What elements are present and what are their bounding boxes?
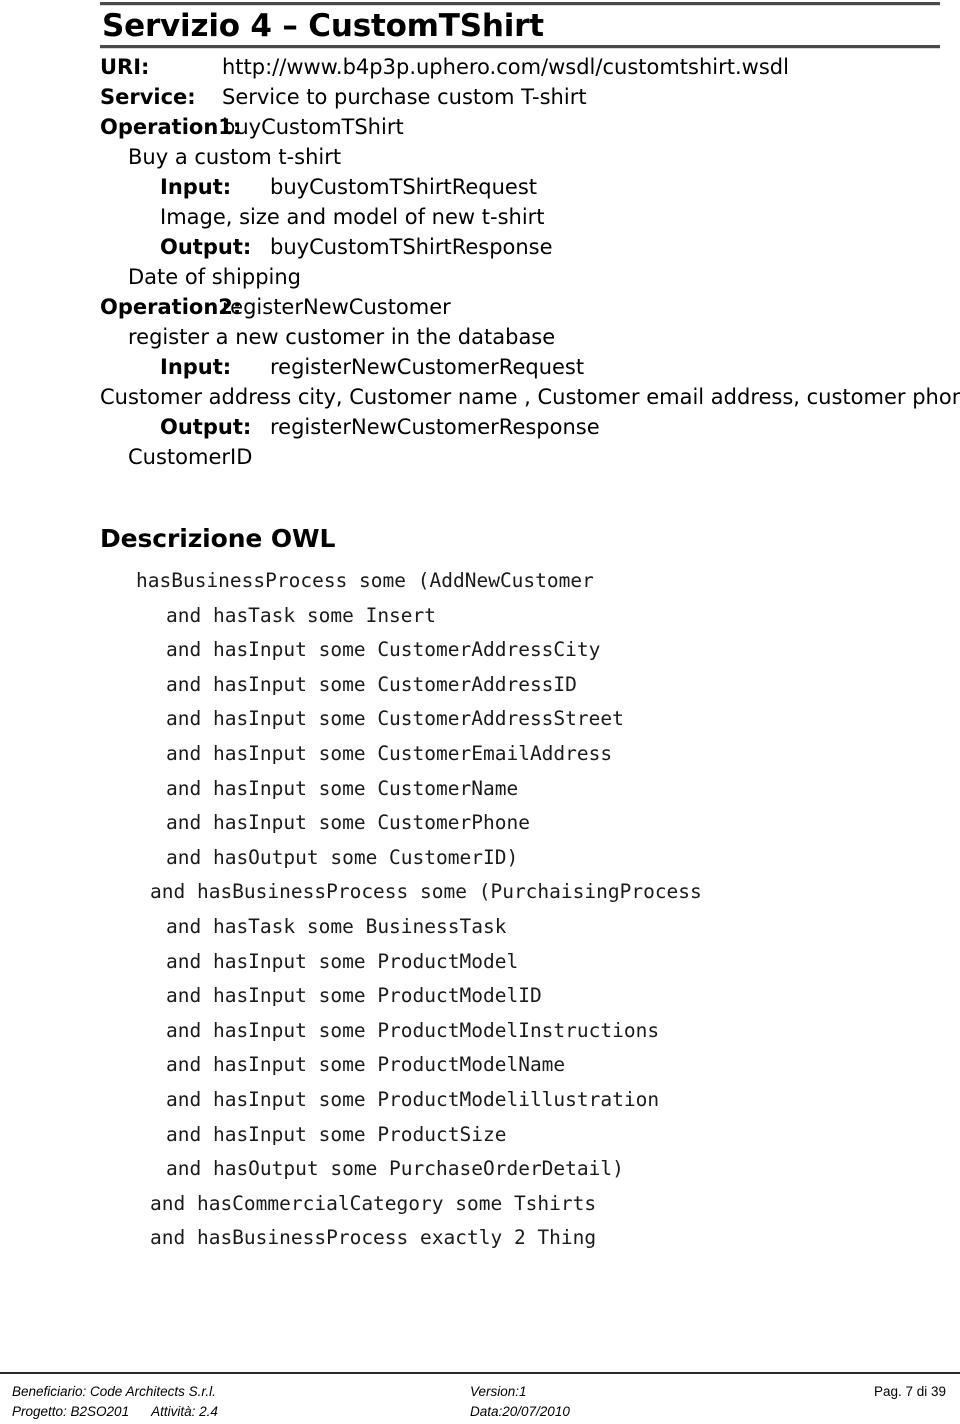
operation1-output-description: Date of shipping [128, 265, 302, 289]
operation2-input-description-text: Customer address city, Customer name , C… [100, 385, 960, 409]
uri-row: URI: http://www.b4p3p.uphero.com/wsdl/cus… [100, 52, 950, 82]
owl-line: and hasInput some CustomerEmailAddress [166, 741, 613, 765]
owl-line: and hasBusinessProcess exactly 2 Thing [150, 1226, 597, 1250]
owl-line: and hasInput some ProductModelillustrati… [166, 1087, 660, 1111]
operation2-input-description: Customer address city, Customer name , C… [40, 382, 960, 412]
footer-progetto-row: Progetto: B2SO201 Attività: 2.4 [12, 1402, 218, 1422]
operation1-input-value: buyCustomTShirtRequest [270, 175, 537, 199]
owl-line: and hasOutput some CustomerID) [166, 845, 519, 869]
operation1-output-label: Output: [160, 235, 252, 259]
page-title: Servizio 4 – CustomTShirt [102, 8, 544, 44]
footer-data: Data:20/07/2010 [470, 1404, 570, 1419]
operation2-description: register a new customer in the database [128, 325, 556, 349]
operation1-row: Operation1:buyCustomTShirt [100, 112, 950, 142]
uri-value: http://www.b4p3p.uphero.com/wsdl/customt… [222, 55, 789, 79]
owl-line: and hasInput some CustomerName [166, 776, 519, 800]
owl-description-block: hasBusinessProcess some (AddNewCustomer a… [100, 564, 950, 1256]
uri-label: URI: [100, 55, 150, 79]
footer-center-column: Version:1 Data:20/07/2010 [470, 1382, 570, 1422]
operation2-input-value: registerNewCustomerRequest [270, 355, 585, 379]
owl-line: and hasInput some CustomerPhone [166, 811, 530, 835]
owl-line: and hasInput some ProductSize [166, 1122, 507, 1146]
footer-attivita: Attività: 2.4 [151, 1404, 218, 1419]
footer-left-column: Beneficiario: Code Architects S.r.l. Pro… [12, 1382, 218, 1422]
operation1-input-label: Input: [160, 175, 232, 199]
footer-beneficiario: Beneficiario: Code Architects S.r.l. [12, 1384, 216, 1399]
service-value: Service to purchase custom T-shirt [222, 85, 587, 109]
owl-line: and hasInput some ProductModelInstructio… [166, 1018, 660, 1042]
operation1-description: Buy a custom t-shirt [128, 145, 342, 169]
operation2-input-label: Input: [160, 355, 232, 379]
footer-divider [0, 1372, 960, 1374]
operation1-output-value: buyCustomTShirtResponse [270, 235, 553, 259]
operation2-input-row: Input: registerNewCustomerRequest [100, 352, 950, 382]
service-row: Service: Service to purchase custom T-shi… [100, 82, 950, 112]
footer-right-column: Pag. 7 di 39 [874, 1382, 946, 1402]
title-rule-bottom [100, 45, 940, 49]
operation1-value: buyCustomTShirt [222, 115, 404, 139]
operation2-output-description: CustomerID [128, 445, 253, 469]
owl-line: and hasInput some ProductModelID [166, 984, 542, 1008]
owl-line: hasBusinessProcess some (AddNewCustomer [136, 569, 594, 592]
owl-line: and hasInput some CustomerAddressStreet [166, 707, 624, 731]
operation1-label: Operation1: [100, 115, 242, 139]
operation1-input-row: Input: buyCustomTShirtRequest [100, 172, 950, 202]
owl-line: and hasInput some CustomerAddressCity [166, 638, 601, 662]
owl-line: and hasTask some Insert [166, 603, 437, 627]
owl-line: and hasInput some ProductModel [166, 949, 519, 973]
operation2-row: Operation2:registerNewCustomer [100, 292, 950, 322]
service-label: Service: [100, 85, 196, 109]
owl-line: and hasInput some ProductModelName [166, 1053, 566, 1077]
owl-section-heading: Descrizione OWL [100, 524, 336, 553]
owl-line: and hasOutput some PurchaseOrderDetail) [166, 1157, 624, 1181]
footer-progetto: Progetto: B2SO201 [12, 1404, 130, 1419]
page-footer: Beneficiario: Code Architects S.r.l. Pro… [0, 1382, 960, 1424]
owl-line: and hasBusinessProcess some (Purchaising… [150, 880, 702, 904]
title-block: Servizio 4 – CustomTShirt [100, 2, 940, 49]
operation1-output-row: Output: buyCustomTShirtResponse [100, 232, 950, 262]
owl-line: and hasTask some BusinessTask [166, 914, 507, 938]
operation2-output-row: Output: registerNewCustomerResponse [100, 412, 950, 442]
document-page: Servizio 4 – CustomTShirt URI: http://www… [0, 0, 960, 1424]
owl-line: and hasCommercialCategory some Tshirts [150, 1191, 597, 1215]
operation2-value: registerNewCustomer [222, 295, 451, 319]
service-spec-block: URI: http://www.b4p3p.uphero.com/wsdl/cus… [100, 52, 960, 472]
owl-line: and hasInput some CustomerAddressID [166, 672, 577, 696]
operation1-input-description: Image, size and model of new t-shirt [160, 205, 545, 229]
footer-version: Version:1 [470, 1384, 527, 1399]
operation2-label: Operation2: [100, 295, 242, 319]
footer-page-number: Pag. 7 di 39 [873, 1384, 946, 1399]
operation2-output-value: registerNewCustomerResponse [270, 415, 600, 439]
operation2-output-label: Output: [160, 415, 252, 439]
